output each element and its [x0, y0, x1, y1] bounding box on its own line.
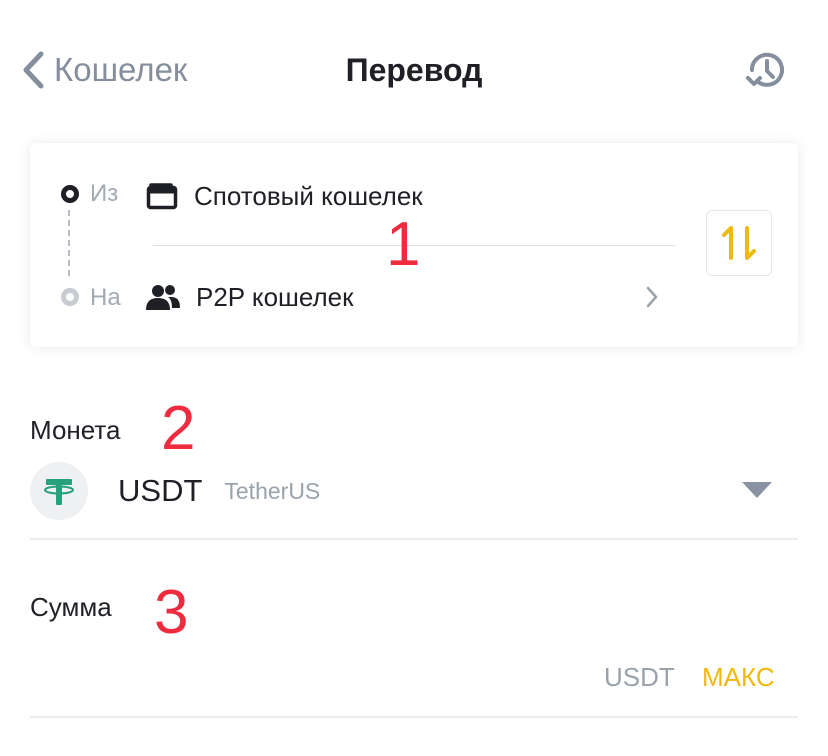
- history-button[interactable]: [744, 48, 788, 92]
- amount-unit: USDT: [604, 662, 675, 692]
- coin-label: Монета: [30, 415, 121, 445]
- coin-underline: [30, 538, 798, 540]
- amount-label: Сумма: [30, 592, 112, 622]
- wallet-icon: [146, 183, 178, 210]
- coin-selector[interactable]: USDT TetherUS: [30, 460, 798, 522]
- back-label: Кошелек: [54, 51, 188, 88]
- amount-input[interactable]: [30, 652, 594, 702]
- to-wallet-selector[interactable]: P2P кошелек: [146, 277, 666, 317]
- to-dot-icon: [61, 288, 79, 306]
- annotation-number-3: 3: [154, 578, 189, 647]
- to-wallet-name: P2P кошелек: [196, 281, 354, 312]
- coin-symbol: USDT: [118, 473, 203, 508]
- swap-button[interactable]: [706, 210, 772, 276]
- users-icon: [146, 285, 180, 310]
- coin-full-name: TetherUS: [224, 477, 321, 504]
- to-label: На: [90, 284, 121, 311]
- annotation-number-1: 1: [386, 210, 421, 279]
- dropdown-caret-icon: [742, 482, 772, 498]
- amount-underline: [30, 716, 798, 718]
- chevron-right-icon: [646, 286, 658, 308]
- annotation-number-2: 2: [161, 394, 196, 463]
- route-connector: [68, 210, 70, 276]
- max-button[interactable]: МАКС: [702, 662, 775, 693]
- from-label: Из: [90, 180, 119, 207]
- from-wallet-name: Спотовый кошелек: [194, 180, 423, 211]
- tether-icon: [30, 462, 88, 520]
- from-dot-icon: [61, 185, 79, 203]
- chevron-left-icon: [23, 51, 44, 89]
- back-button[interactable]: Кошелек: [20, 48, 187, 92]
- swap-arrows-icon: [722, 226, 756, 260]
- history-icon: [746, 52, 784, 87]
